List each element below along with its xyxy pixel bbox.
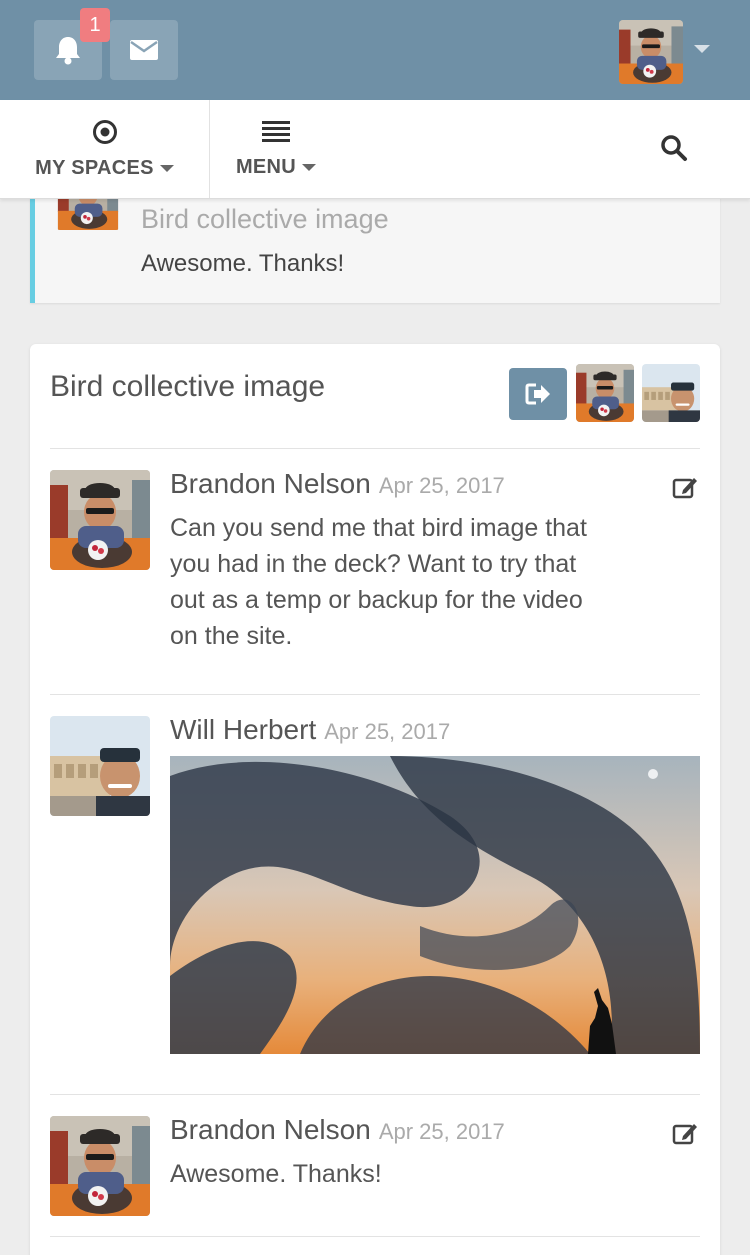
divider bbox=[50, 694, 700, 695]
message-line: out as a temp or backup for the video bbox=[170, 586, 583, 614]
divider bbox=[50, 1094, 700, 1095]
edit-icon bbox=[672, 1124, 697, 1145]
menu-label: MENU bbox=[235, 155, 297, 178]
message-header: Will Herbert Apr 25, 2017 bbox=[170, 714, 450, 746]
edit-button[interactable] bbox=[672, 1120, 700, 1146]
preview-title: Bird collective image bbox=[141, 204, 389, 234]
message-date: Apr 25, 2017 bbox=[378, 1119, 505, 1144]
envelope-icon bbox=[130, 40, 158, 60]
menu-dropdown[interactable]: MENU bbox=[211, 100, 341, 198]
message-line: Can you send me that bird image that bbox=[170, 514, 587, 542]
sign-out-icon bbox=[525, 383, 550, 405]
author-name[interactable]: Will Herbert bbox=[170, 714, 316, 746]
leave-thread-button[interactable] bbox=[509, 368, 567, 420]
message-header: Brandon Nelson Apr 25, 2017 bbox=[170, 1114, 505, 1146]
notification-count-badge: 1 bbox=[80, 8, 110, 42]
message-date: Apr 25, 2017 bbox=[324, 719, 451, 744]
divider bbox=[50, 1236, 700, 1237]
list-icon bbox=[262, 120, 290, 142]
message-date: Apr 25, 2017 bbox=[378, 473, 505, 498]
messages-button[interactable] bbox=[110, 20, 178, 80]
preview-text: Awesome. Thanks! bbox=[141, 250, 345, 277]
member-avatar[interactable] bbox=[576, 364, 634, 422]
caret-down-icon bbox=[159, 164, 174, 172]
edit-icon bbox=[672, 478, 697, 499]
message-body: Awesome. Thanks! bbox=[170, 1160, 382, 1188]
avatar bbox=[50, 1116, 150, 1216]
top-bar: 1 bbox=[0, 0, 750, 100]
avatar bbox=[50, 716, 150, 816]
message-header: Brandon Nelson Apr 25, 2017 bbox=[170, 468, 505, 500]
thread-card: Bird collective image Brandon Nelson Apr… bbox=[30, 344, 720, 1255]
caret-down-icon bbox=[302, 163, 317, 171]
thread-title: Bird collective image bbox=[50, 370, 326, 403]
user-avatar[interactable] bbox=[619, 20, 683, 84]
nav-bar: MY SPACES MENU bbox=[0, 100, 750, 199]
member-avatar[interactable] bbox=[642, 364, 700, 422]
my-spaces-label: MY SPACES bbox=[35, 156, 154, 179]
avatar bbox=[50, 470, 150, 570]
author-name[interactable]: Brandon Nelson bbox=[170, 468, 371, 500]
my-spaces-dropdown[interactable]: MY SPACES bbox=[0, 100, 210, 198]
message-body: Can you send me that bird image that you… bbox=[170, 510, 650, 654]
search-icon bbox=[661, 135, 687, 161]
bird-murmuration-image[interactable] bbox=[170, 756, 700, 1054]
divider bbox=[50, 448, 700, 449]
message-line: on the site. bbox=[170, 622, 293, 650]
bell-icon bbox=[56, 37, 80, 65]
target-icon bbox=[92, 119, 117, 144]
author-name[interactable]: Brandon Nelson bbox=[170, 1114, 371, 1146]
search-button[interactable] bbox=[660, 134, 688, 167]
message-line: you had in the deck? Want to try that bbox=[170, 550, 577, 578]
edit-button[interactable] bbox=[672, 474, 700, 500]
caret-down-icon[interactable] bbox=[694, 45, 710, 53]
